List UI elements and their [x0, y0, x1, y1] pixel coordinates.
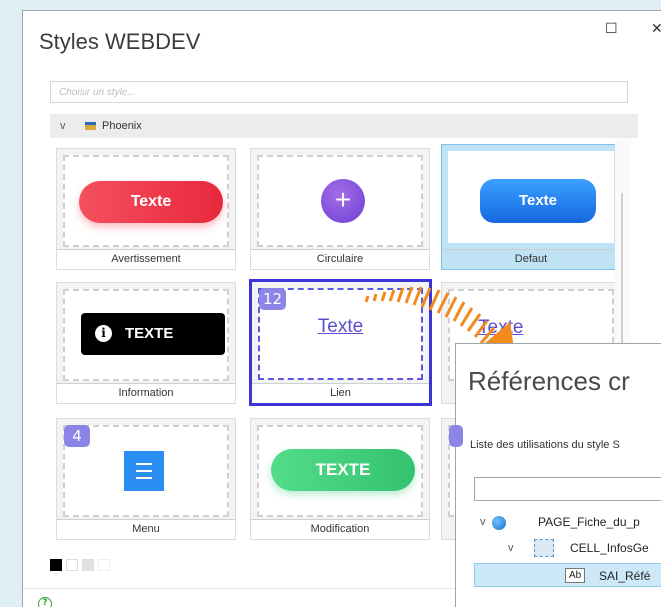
style-group-label: Phoenix	[102, 120, 142, 132]
style-caption: Circulaire	[251, 249, 429, 269]
style-tile-menu[interactable]: 4 Menu	[56, 418, 236, 540]
references-description: Liste des utilisations du style S	[470, 439, 620, 451]
style-caption: Menu	[57, 519, 235, 539]
modification-button-preview: TEXTE	[271, 449, 415, 491]
style-tile-avertissement[interactable]: Texte Avertissement	[56, 148, 236, 270]
chevron-down-icon[interactable]: v	[480, 510, 486, 534]
style-caption: Modification	[251, 519, 429, 539]
style-preview: i TEXTE	[63, 289, 229, 381]
info-icon: i	[95, 325, 112, 342]
references-search-input[interactable]	[474, 477, 661, 501]
usage-count-badge: 12	[259, 288, 287, 310]
swatch-white[interactable]	[66, 559, 78, 571]
maximize-button[interactable]: ☐	[605, 21, 618, 37]
chevron-down-icon[interactable]: v	[60, 114, 66, 138]
help-icon[interactable]: ?	[38, 597, 52, 607]
style-caption: Lien	[252, 383, 429, 403]
style-tile-circulaire[interactable]: + Circulaire	[250, 148, 430, 270]
style-caption: Avertissement	[57, 249, 235, 269]
hamburger-menu-icon	[124, 451, 164, 491]
plus-icon: +	[321, 179, 365, 223]
style-caption: Information	[57, 383, 235, 403]
swatch-light[interactable]	[98, 559, 110, 571]
swatch-black[interactable]	[50, 559, 62, 571]
references-title: Références cr	[468, 366, 630, 396]
style-preview: TEXTE	[257, 425, 423, 517]
close-button[interactable]: ✕	[651, 21, 661, 37]
page-icon	[492, 516, 506, 530]
tree-row-label: SAI_Réfé	[599, 569, 651, 583]
references-dialog: Références cr Liste des utilisations du …	[455, 343, 661, 607]
swatch-grey[interactable]	[82, 559, 94, 571]
style-tile-information[interactable]: i TEXTE Information	[56, 282, 236, 404]
information-button-preview: i TEXTE	[81, 313, 225, 355]
default-button-preview: Texte	[480, 179, 596, 223]
style-preview: Texte	[63, 155, 229, 247]
style-preview: +	[257, 155, 423, 247]
usage-count-badge	[449, 425, 463, 447]
tree-row-label: CELL_InfosGe	[570, 541, 649, 555]
tree-row-page[interactable]: v PAGE_Fiche_du_p	[456, 510, 661, 534]
edit-field-icon: Ab	[565, 568, 586, 583]
style-group-header[interactable]: v Phoenix	[50, 114, 638, 138]
cell-icon	[534, 539, 554, 557]
style-caption: Defaut	[442, 249, 620, 269]
style-sheet-icon	[85, 122, 96, 130]
style-tile-defaut[interactable]: Texte Defaut	[441, 144, 621, 270]
dialog-title: Styles WEBDEV	[39, 29, 201, 54]
tree-row-edit-field[interactable]: Ab SAI_Réfé	[474, 563, 661, 587]
style-search-input[interactable]	[50, 81, 628, 103]
tree-row-label: PAGE_Fiche_du_p	[538, 515, 640, 529]
usage-count-badge: 4	[64, 425, 90, 447]
style-preview: Texte	[448, 151, 614, 243]
tree-row-cell[interactable]: v CELL_InfosGe	[456, 536, 661, 560]
information-label: TEXTE	[125, 325, 174, 342]
style-tile-modification[interactable]: TEXTE Modification	[250, 418, 430, 540]
warning-button-preview: Texte	[79, 181, 223, 223]
chevron-down-icon[interactable]: v	[508, 536, 514, 560]
